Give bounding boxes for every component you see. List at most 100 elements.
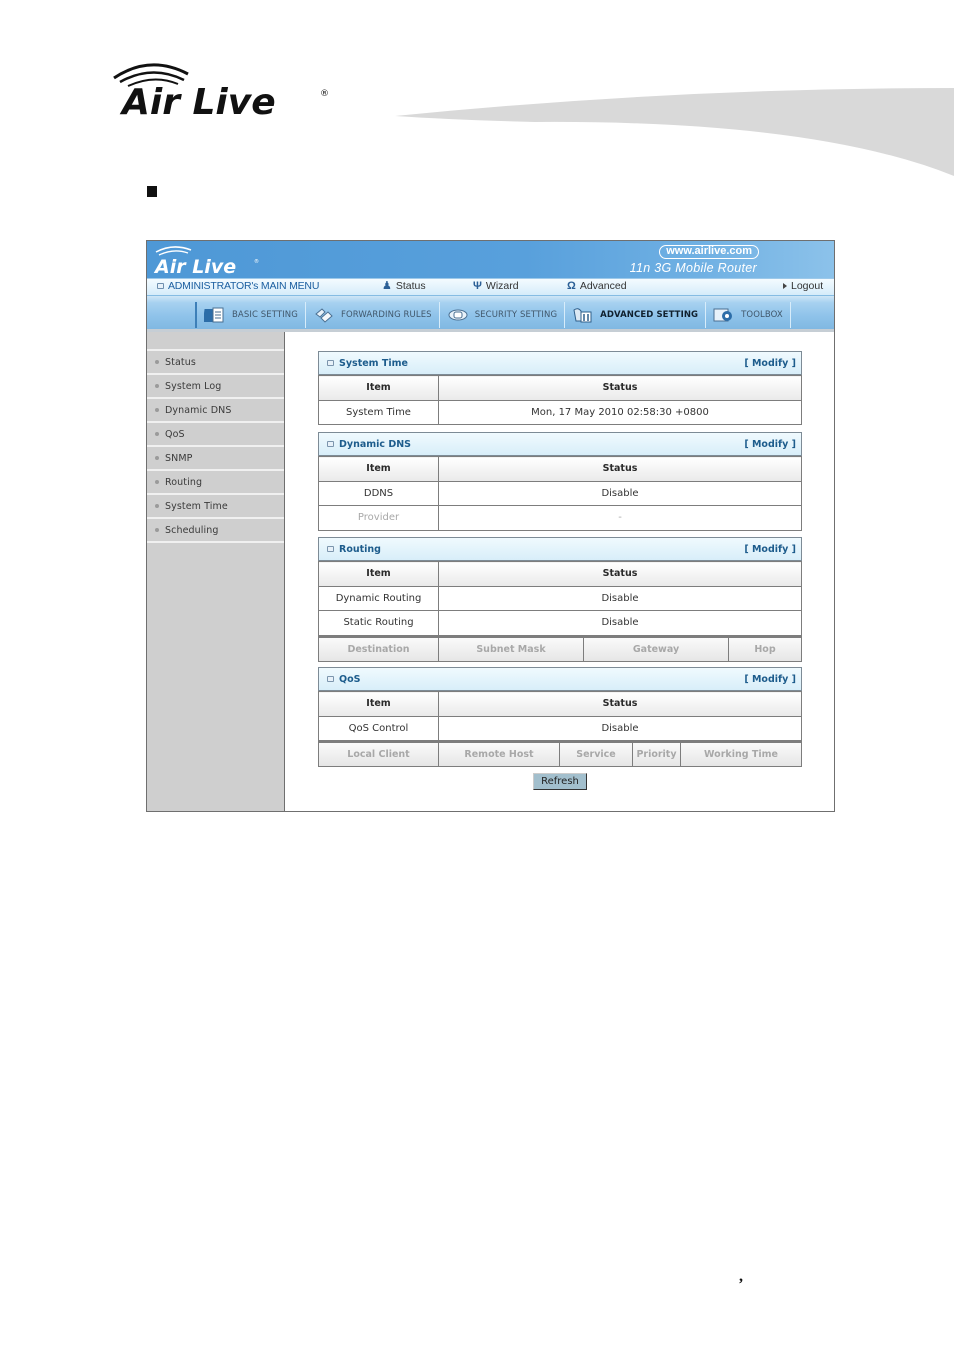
router-logo: Air Live ® (153, 246, 259, 277)
column-header: Item (318, 561, 439, 587)
table-subheader-row: Destination Subnet Mask Gateway Hop (318, 635, 802, 662)
nav-advanced-label: Advanced (579, 280, 627, 292)
sidebar-item-label: SNMP (165, 452, 193, 464)
square-icon (327, 360, 334, 366)
column-header: Local Client (318, 741, 439, 767)
admin-main-menu[interactable]: ADMINISTRATOR's MAIN MENU (157, 280, 319, 292)
router-admin-window: Air Live ® www.airlive.com 11n 3G Mobile… (146, 240, 835, 812)
table-subheader-row: Local Client Remote Host Service Priorit… (318, 741, 802, 767)
status-cell: Mon, 17 May 2010 02:58:30 +0800 (438, 399, 802, 425)
sidebar-item-scheduling[interactable]: Scheduling (147, 517, 284, 541)
sidebar-item-label: System Log (165, 380, 222, 392)
modify-dynamic-dns-link[interactable]: [ Modify ] (744, 439, 796, 450)
panel-title-text: QoS (339, 673, 361, 685)
sidebar-item-dynamic-dns[interactable]: Dynamic DNS (147, 397, 284, 421)
item-cell: System Time (318, 399, 439, 425)
table-header-row: Item Status (318, 691, 802, 717)
column-header: Item (318, 375, 439, 401)
panel-title: QoS (327, 674, 360, 685)
modify-qos-link[interactable]: [ Modify ] (744, 674, 796, 685)
tab-security-setting[interactable]: SECURITY SETTING (440, 302, 566, 328)
bullet-icon (155, 432, 159, 436)
static-routes-table: Destination Subnet Mask Gateway Hop (318, 635, 802, 662)
square-icon (327, 676, 334, 682)
tab-forwarding-rules[interactable]: FORWARDING RULES (306, 302, 440, 328)
table-row: Provider - (318, 505, 802, 531)
system-time-table: Item Status System Time Mon, 17 May 2010… (318, 375, 802, 425)
item-cell: Dynamic Routing (318, 585, 439, 611)
bullet-icon (155, 384, 159, 388)
panel-title-text: Dynamic DNS (339, 438, 412, 450)
column-header: Remote Host (438, 741, 560, 767)
sidebar-item-label: Status (165, 356, 196, 368)
column-header: Destination (318, 635, 439, 662)
sidebar-item-system-time[interactable]: System Time (147, 493, 284, 517)
admin-main-menu-label: ADMINISTRATOR's MAIN MENU (168, 280, 320, 292)
sidebar-item-label: QoS (165, 428, 185, 440)
sidebar-item-label: System Time (165, 500, 228, 512)
website-link[interactable]: www.airlive.com (659, 245, 759, 259)
table-row: Static Routing Disable (318, 610, 802, 636)
panel-system-time: System Time [ Modify ] Item Status Syste… (318, 351, 802, 425)
table-row: Dynamic Routing Disable (318, 585, 802, 611)
column-header: Status (438, 456, 802, 482)
nav-wizard-label: Wizard (485, 280, 519, 292)
document-icon (204, 306, 226, 324)
panel-routing: Routing [ Modify ] Item Status Dynamic R… (318, 537, 802, 662)
sidebar-item-label: Routing (165, 476, 203, 488)
panel-dynamic-dns: Dynamic DNS [ Modify ] Item Status DDNS … (318, 432, 802, 531)
column-header: Subnet Mask (438, 635, 584, 662)
tab-label: TOOLBOX (741, 310, 783, 320)
settings-tab-bar: BASIC SETTING FORWARDING RULES SECURITY … (147, 296, 834, 332)
nav-advanced[interactable]: Ω Advanced (567, 280, 627, 292)
bullet-icon (155, 360, 159, 364)
tab-label: ADVANCED SETTING (600, 310, 699, 320)
logout-link[interactable]: Logout (783, 280, 823, 292)
nav-status[interactable]: ♟ Status (382, 280, 426, 292)
status-cell: - (438, 505, 802, 531)
tab-label: FORWARDING RULES (340, 310, 432, 320)
tab-advanced-setting[interactable]: ADVANCED SETTING (565, 302, 707, 328)
tab-toolbox[interactable]: TOOLBOX (706, 302, 791, 328)
table-header-row: Item Status (318, 456, 802, 482)
column-header: Gateway (583, 635, 729, 662)
tab-label: SECURITY SETTING (474, 310, 558, 320)
sidebar-item-label: Scheduling (165, 524, 219, 536)
advanced-icon: Ω (567, 280, 576, 292)
sidebar-item-system-log[interactable]: System Log (147, 373, 284, 397)
column-header: Hop (728, 635, 802, 662)
sidebar-divider (147, 541, 284, 543)
status-cell: Disable (438, 480, 802, 506)
person-icon: ♟ (382, 280, 392, 292)
status-cell: Disable (438, 585, 802, 611)
qos-status-table: Item Status QoS Control Disable (318, 691, 802, 741)
tab-basic-setting[interactable]: BASIC SETTING (197, 302, 306, 328)
bullet-icon (155, 456, 159, 460)
table-header-row: Item Status (318, 561, 802, 587)
square-bullet-icon (147, 186, 157, 197)
table-row: System Time Mon, 17 May 2010 02:58:30 +0… (318, 399, 802, 425)
panel-title: Routing (327, 544, 381, 555)
decorative-swoosh (395, 88, 954, 180)
bullet-icon (155, 408, 159, 412)
panel-title: System Time (327, 358, 408, 369)
item-cell: QoS Control (318, 715, 439, 741)
sidebar-item-routing[interactable]: Routing (147, 469, 284, 493)
bullet-icon (155, 504, 159, 508)
panel-header: QoS [ Modify ] (318, 667, 802, 691)
column-header: Status (438, 561, 802, 587)
modify-routing-link[interactable]: [ Modify ] (744, 544, 796, 555)
square-icon (327, 546, 334, 552)
status-cell: Disable (438, 610, 802, 636)
nav-wizard[interactable]: Ψ Wizard (473, 280, 519, 292)
sidebar-item-status[interactable]: Status (147, 349, 284, 373)
svg-text:Air Live: Air Live (119, 82, 276, 122)
svg-text:®: ® (320, 89, 329, 99)
sidebar-item-qos[interactable]: QoS (147, 421, 284, 445)
refresh-button[interactable]: Refresh (533, 773, 587, 790)
advanced-icon (572, 306, 594, 324)
footer-mark: , (739, 1268, 743, 1285)
modify-system-time-link[interactable]: [ Modify ] (744, 358, 796, 369)
sidebar-item-snmp[interactable]: SNMP (147, 445, 284, 469)
item-cell: DDNS (318, 480, 439, 506)
